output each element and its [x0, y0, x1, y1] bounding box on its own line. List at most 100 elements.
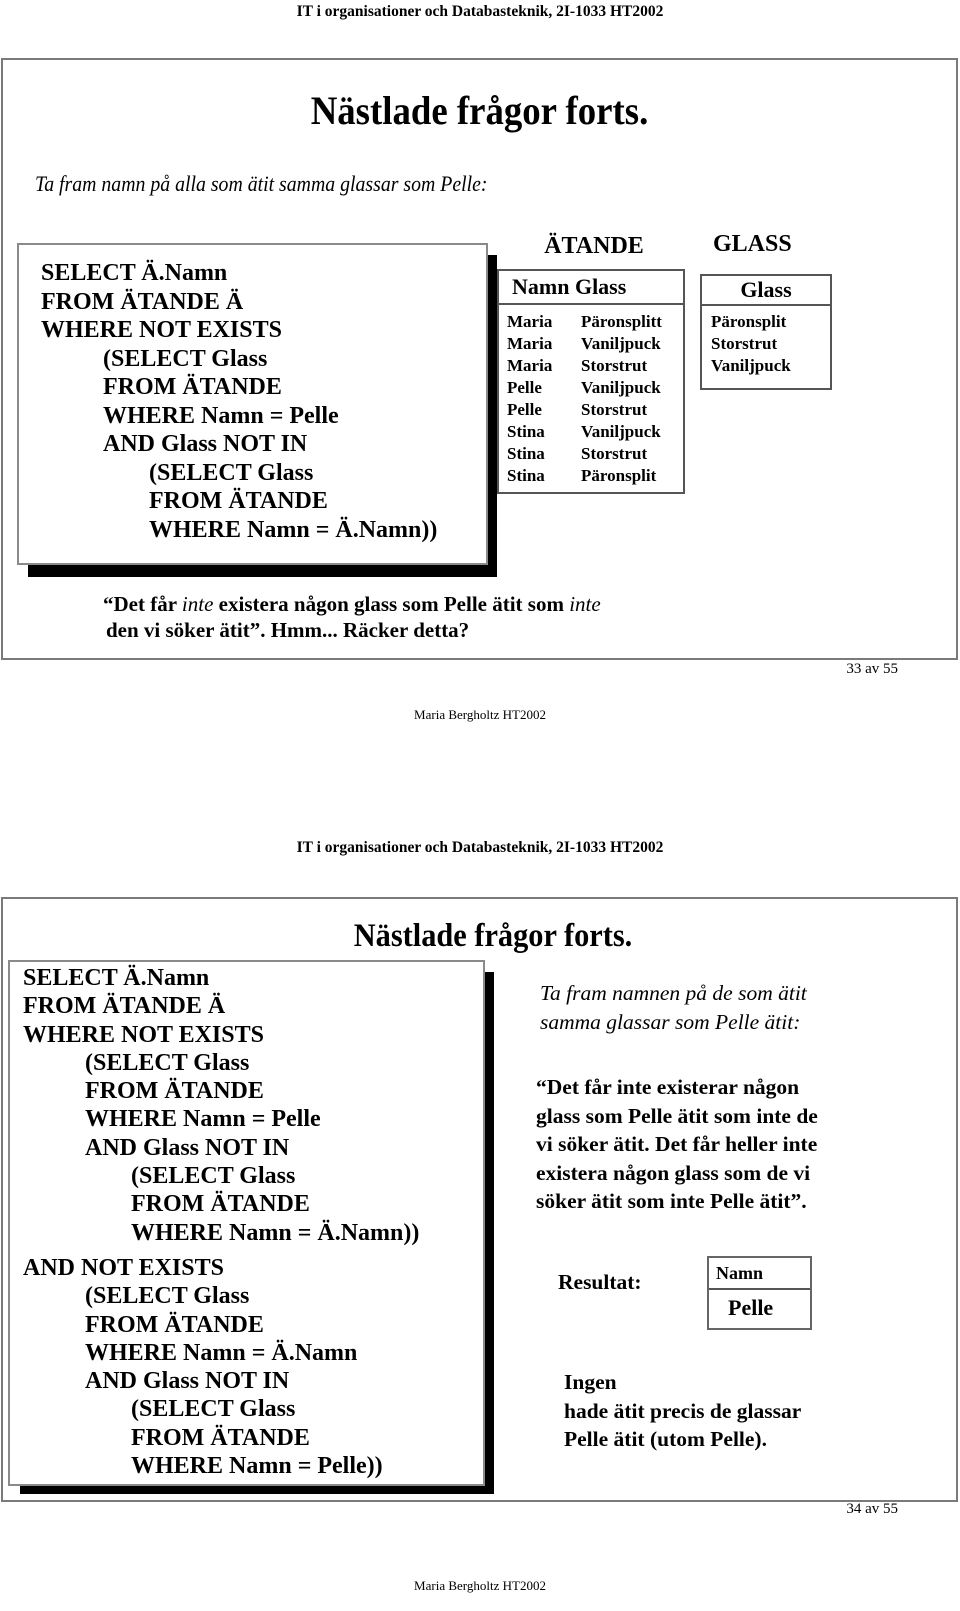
- cell-glass: Storstrut: [581, 444, 648, 463]
- cell-glass: Vaniljpuck: [581, 378, 661, 397]
- explanation-line: vi söker ätit. Det får heller inte: [536, 1132, 818, 1156]
- slide-subtitle: Ta fram namn på alla som ätit samma glas…: [35, 171, 488, 196]
- cell-namn: Stina: [507, 466, 545, 485]
- sql-line: FROM ÄTANDE: [131, 1191, 310, 1218]
- sql-line: FROM ÄTANDE: [85, 1078, 264, 1105]
- sql-code-box: SELECT Ä.Namn FROM ÄTANDE Ä WHERE NOT EXIS…: [8, 960, 485, 1486]
- table-row: Stina Vaniljpuck: [507, 421, 683, 443]
- sql-line: (SELECT Glass: [131, 1163, 296, 1190]
- sql-line: (SELECT Glass: [131, 1396, 296, 1423]
- conclusion: Ingen hade ätit precis de glassar Pelle ät…: [564, 1368, 801, 1454]
- sql-line: FROM ÄTANDE Ä: [23, 993, 226, 1020]
- sql-line: FROM ÄTANDE: [103, 374, 282, 400]
- atande-table-header: Namn Glass: [499, 271, 683, 305]
- sql-line: (SELECT Glass: [103, 345, 268, 372]
- sql-line: WHERE Namn = Pelle: [103, 402, 339, 429]
- cell-glass: Storstrut: [581, 356, 648, 375]
- atande-table: Namn Glass Maria Päronsplitt Maria Vaniljpu…: [497, 269, 685, 494]
- sql-code: SELECT Ä.Namn FROM ÄTANDE Ä WHERE NOT EXIS…: [41, 259, 437, 544]
- conclusion-line: Ingen: [564, 1370, 617, 1394]
- table-row: Stina Storstrut: [507, 443, 683, 465]
- sql-line: FROM ÄTANDE: [85, 1311, 264, 1338]
- column-header-glass: Glass: [574, 274, 627, 299]
- sql-line: (SELECT Glass: [85, 1283, 250, 1310]
- sql-line: AND Glass NOT IN: [85, 1134, 290, 1161]
- page-number: 33 av 55: [846, 661, 898, 677]
- result-table: Namn Pelle: [707, 1256, 812, 1330]
- sql-code-box: SELECT Ä.Namn FROM ÄTANDE Ä WHERE NOT EXIS…: [17, 243, 488, 565]
- cell-glass: Vaniljpuck: [581, 422, 661, 441]
- cell-glass: Päronsplitt: [581, 312, 662, 331]
- glass-table: Glass Päronsplit Storstrut Vaniljpuck: [700, 274, 832, 390]
- result-label: Resultat:: [558, 1270, 642, 1294]
- sql-line: AND Glass NOT IN: [103, 431, 308, 457]
- sql-line: WHERE NOT EXISTS: [23, 1021, 264, 1048]
- sql-line: SELECT Ä.Namn: [41, 260, 228, 286]
- sql-line: AND NOT EXISTS: [23, 1254, 224, 1281]
- author-footer: Maria Bergholtz HT2002: [414, 1578, 546, 1593]
- sql-line: WHERE Namn = Pelle: [85, 1106, 321, 1133]
- glass-table-body: Päronsplit Storstrut Vaniljpuck: [702, 306, 830, 377]
- conclusion-line: hade ätit precis de glassar: [564, 1398, 802, 1423]
- cell-namn: Maria: [507, 356, 553, 375]
- table-row: Vaniljpuck: [711, 356, 791, 375]
- sql-line: FROM ÄTANDE Ä: [41, 288, 244, 315]
- column-header-glass: Glass: [702, 276, 830, 306]
- sql-line: FROM ÄTANDE: [131, 1424, 310, 1451]
- slide-title: Nästlade frågor forts.: [310, 88, 649, 133]
- course-header: IT i organisationer och Databasteknik, 2…: [296, 3, 664, 20]
- table-row: Storstrut: [711, 334, 778, 353]
- table-row: Maria Vaniljpuck: [507, 333, 683, 355]
- comment-emphasis: inte: [181, 592, 214, 616]
- explanation: “Det får inte existerar någon glass som P…: [536, 1073, 818, 1216]
- table-row: Pelle Vaniljpuck: [507, 377, 683, 399]
- sql-line: FROM ÄTANDE: [149, 488, 328, 514]
- task-description: Ta fram namnen på de som ätit samma glas…: [540, 979, 807, 1036]
- cell-namn: Pelle: [507, 378, 542, 397]
- sql-line: (SELECT Glass: [85, 1049, 250, 1076]
- slide-comment: “Det får inte existera någon glass som P…: [103, 591, 601, 643]
- cell-namn: Maria: [507, 312, 553, 331]
- explanation-line: glass som Pelle ätit som inte de: [536, 1103, 818, 1128]
- comment-line-2: den vi söker ätit”. Hmm... Räcker detta?: [106, 618, 470, 642]
- comment-text: existera någon glass som Pelle ätit som: [213, 592, 570, 616]
- sql-line: AND Glass NOT IN: [85, 1368, 290, 1395]
- cell-namn: Stina: [507, 444, 545, 463]
- cell-namn: Stina: [507, 422, 545, 441]
- slide-33: Nästlade frågor forts. Ta fram namn på a…: [1, 58, 958, 660]
- cell-glass: Vaniljpuck: [581, 334, 661, 353]
- slide-title: Nästlade frågor forts.: [353, 918, 633, 954]
- result-column-header: Namn: [709, 1258, 810, 1290]
- atande-table-title: ÄTANDE: [544, 233, 644, 259]
- sql-line: WHERE Namn = Ä.Namn)): [131, 1219, 420, 1246]
- result-value: Pelle: [728, 1295, 774, 1320]
- sql-line: WHERE Namn = Ä.Namn)): [149, 516, 438, 543]
- author-footer: Maria Bergholtz HT2002: [414, 707, 546, 722]
- table-row: Stina Päronsplit: [507, 465, 683, 487]
- cell-glass: Storstrut: [581, 400, 648, 419]
- comment-text: “Det får: [103, 592, 182, 616]
- cell-namn: Pelle: [507, 400, 542, 419]
- task-line: Ta fram namnen på de som ätit: [540, 981, 807, 1005]
- comment-emphasis: inte: [569, 592, 601, 616]
- glass-table-title: GLASS: [713, 231, 792, 257]
- slide-34: Nästlade frågor forts. SELECT Ä.Namn FROM…: [1, 897, 958, 1502]
- sql-line: SELECT Ä.Namn: [23, 965, 210, 991]
- task-line: samma glassar som Pelle ätit:: [540, 1009, 801, 1034]
- explanation-line: söker ätit som inte Pelle ätit”.: [536, 1189, 807, 1213]
- comment-line-1: “Det får inte existera någon glass som P…: [103, 591, 601, 617]
- table-row: Maria Storstrut: [507, 355, 683, 377]
- atande-table-body: Maria Päronsplitt Maria Vaniljpuck Maria Stor…: [499, 305, 683, 487]
- sql-line: WHERE Namn = Pelle)): [131, 1453, 383, 1480]
- table-row: Pelle Storstrut: [507, 399, 683, 421]
- table-row: Maria Päronsplitt: [507, 311, 683, 333]
- sql-line: WHERE Namn = Ä.Namn: [85, 1339, 358, 1366]
- sql-line: (SELECT Glass: [149, 459, 314, 486]
- explanation-line: existera någon glass som de vi: [536, 1160, 811, 1185]
- table-row: Päronsplit: [711, 312, 787, 331]
- conclusion-line: Pelle ätit (utom Pelle).: [564, 1427, 767, 1451]
- page-number: 34 av 55: [846, 1501, 898, 1517]
- sql-code: SELECT Ä.Namn FROM ÄTANDE Ä WHERE NOT EXIS…: [23, 964, 419, 1480]
- cell-namn: Maria: [507, 334, 553, 353]
- column-header-namn: Namn: [512, 274, 570, 299]
